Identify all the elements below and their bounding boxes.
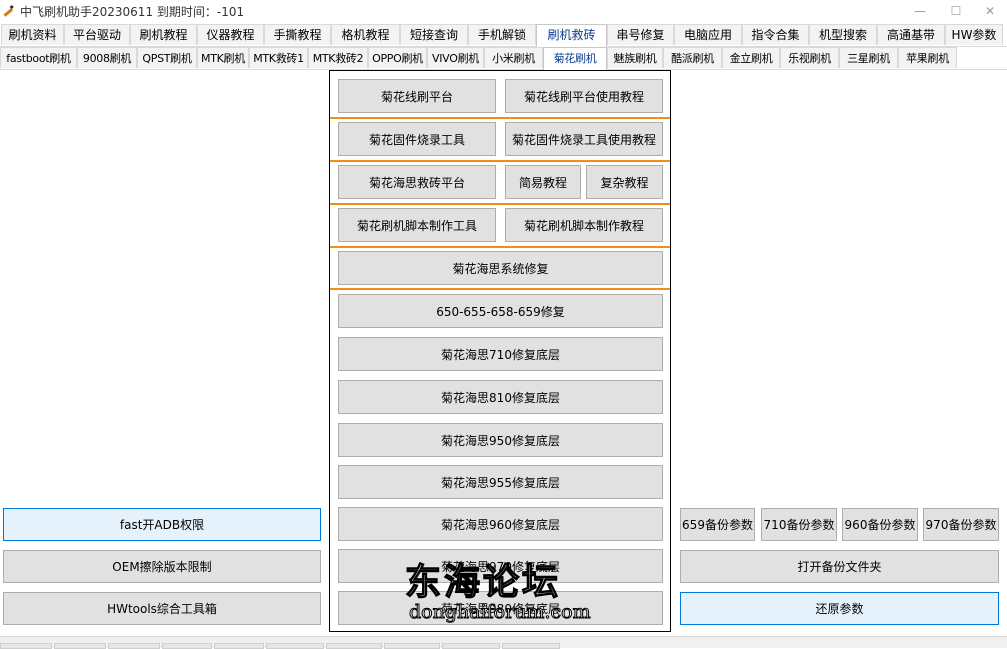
oem-erase-button[interactable]: OEM擦除版本限制 [3, 550, 321, 583]
bottom-tab[interactable] [266, 643, 324, 649]
tab-main-1[interactable]: 刷机资料 [1, 24, 64, 45]
bottom-tab[interactable] [54, 643, 106, 649]
close-button[interactable]: ✕ [973, 0, 1007, 22]
tab-sub-2[interactable]: 9008刷机 [77, 47, 137, 68]
tab-main-2[interactable]: 平台驱动 [64, 24, 130, 45]
repair-970-button[interactable]: 菊花海思970修复底层 [338, 549, 663, 583]
tab-sub-14[interactable]: 乐视刷机 [780, 47, 839, 68]
tab-sub-1[interactable]: fastboot刷机 [0, 47, 77, 68]
hisilicon-unbrick-button[interactable]: 菊花海思救砖平台 [338, 165, 496, 199]
tab-main-15[interactable]: HW参数 [945, 24, 1003, 45]
bottom-tab[interactable] [502, 643, 560, 649]
section-divider [330, 203, 670, 205]
open-backup-folder-button[interactable]: 打开备份文件夹 [680, 550, 999, 583]
section-divider [330, 246, 670, 248]
tab-main-6[interactable]: 格机教程 [331, 24, 400, 45]
bottom-tab[interactable] [162, 643, 212, 649]
restore-params-button[interactable]: 还原参数 [680, 592, 999, 625]
section-divider [330, 288, 670, 290]
backup-710-button[interactable]: 710备份参数 [761, 508, 837, 541]
complex-tutorial-button[interactable]: 复杂教程 [586, 165, 663, 199]
tab-sub-5[interactable]: MTK救砖1 [249, 47, 308, 68]
tab-sub-6[interactable]: MTK救砖2 [308, 47, 368, 68]
tab-main-9[interactable]: 刷机救砖 [536, 24, 607, 47]
tab-sub-3[interactable]: QPST刷机 [137, 47, 197, 68]
window-title: 中飞刷机助手20230611 到期时间：-101 [20, 5, 245, 19]
tab-sub-15[interactable]: 三星刷机 [839, 47, 898, 68]
tab-main-10[interactable]: 串号修复 [607, 24, 674, 45]
tab-sub-11[interactable]: 魅族刷机 [607, 47, 663, 68]
tab-main-8[interactable]: 手机解锁 [468, 24, 536, 45]
backup-659-button[interactable]: 659备份参数 [680, 508, 755, 541]
tab-main-13[interactable]: 机型搜索 [809, 24, 877, 45]
flash-platform-button[interactable]: 菊花线刷平台 [338, 79, 496, 113]
tab-main-11[interactable]: 电脑应用 [674, 24, 742, 45]
tab-sub-16[interactable]: 苹果刷机 [898, 47, 957, 68]
firmware-tool-tutorial-button[interactable]: 菊花固件烧录工具使用教程 [505, 122, 663, 156]
main-tab-bar: 刷机资料 平台驱动 刷机教程 仪器教程 手撕教程 格机教程 短接查询 手机解锁 … [0, 24, 1007, 47]
tab-sub-12[interactable]: 酷派刷机 [663, 47, 722, 68]
system-repair-button[interactable]: 菊花海思系统修复 [338, 251, 663, 285]
tab-sub-10[interactable]: 菊花刷机 [543, 47, 607, 70]
tab-sub-4[interactable]: MTK刷机 [197, 47, 249, 68]
bottom-tab[interactable] [108, 643, 160, 649]
bottom-tab[interactable] [384, 643, 440, 649]
bottom-tab[interactable] [442, 643, 500, 649]
hwtools-button[interactable]: HWtools综合工具箱 [3, 592, 321, 625]
repair-650-button[interactable]: 650-655-658-659修复 [338, 294, 663, 328]
tab-main-4[interactable]: 仪器教程 [197, 24, 264, 45]
title-bar: 中飞刷机助手20230611 到期时间：-101 — ☐ ✕ [0, 0, 1007, 22]
maximize-button[interactable]: ☐ [939, 0, 973, 22]
repair-710-button[interactable]: 菊花海思710修复底层 [338, 337, 663, 371]
bottom-tab[interactable] [0, 643, 52, 649]
bottom-tab[interactable] [214, 643, 264, 649]
simple-tutorial-button[interactable]: 简易教程 [505, 165, 581, 199]
tab-sub-7[interactable]: OPPO刷机 [368, 47, 427, 68]
tab-sub-8[interactable]: VIVO刷机 [427, 47, 484, 68]
script-tutorial-button[interactable]: 菊花刷机脚本制作教程 [505, 208, 663, 242]
repair-980-button[interactable]: 菊花海思980修复底层 [338, 591, 663, 625]
repair-950-button[interactable]: 菊花海思950修复底层 [338, 423, 663, 457]
bottom-tab[interactable] [326, 643, 382, 649]
tab-main-14[interactable]: 高通基带 [877, 24, 945, 45]
backup-960-button[interactable]: 960备份参数 [842, 508, 918, 541]
repair-810-button[interactable]: 菊花海思810修复底层 [338, 380, 663, 414]
backup-970-button[interactable]: 970备份参数 [923, 508, 999, 541]
flash-platform-tutorial-button[interactable]: 菊花线刷平台使用教程 [505, 79, 663, 113]
tab-main-7[interactable]: 短接查询 [400, 24, 468, 45]
fast-adb-button[interactable]: fast开ADB权限 [3, 508, 321, 541]
bottom-tab-strip [0, 636, 1007, 649]
minimize-button[interactable]: — [903, 0, 937, 22]
section-divider [330, 160, 670, 162]
firmware-tool-button[interactable]: 菊花固件烧录工具 [338, 122, 496, 156]
app-logo-icon [3, 4, 14, 17]
tab-main-12[interactable]: 指令合集 [742, 24, 809, 45]
section-divider [330, 117, 670, 119]
sub-tab-bar: fastboot刷机 9008刷机 QPST刷机 MTK刷机 MTK救砖1 MT… [0, 47, 1007, 70]
tab-sub-9[interactable]: 小米刷机 [484, 47, 543, 68]
script-tool-button[interactable]: 菊花刷机脚本制作工具 [338, 208, 496, 242]
tab-main-5[interactable]: 手撕教程 [264, 24, 331, 45]
repair-960-button[interactable]: 菊花海思960修复底层 [338, 507, 663, 541]
tab-sub-13[interactable]: 金立刷机 [722, 47, 780, 68]
tab-main-3[interactable]: 刷机教程 [130, 24, 197, 45]
repair-955-button[interactable]: 菊花海思955修复底层 [338, 465, 663, 499]
